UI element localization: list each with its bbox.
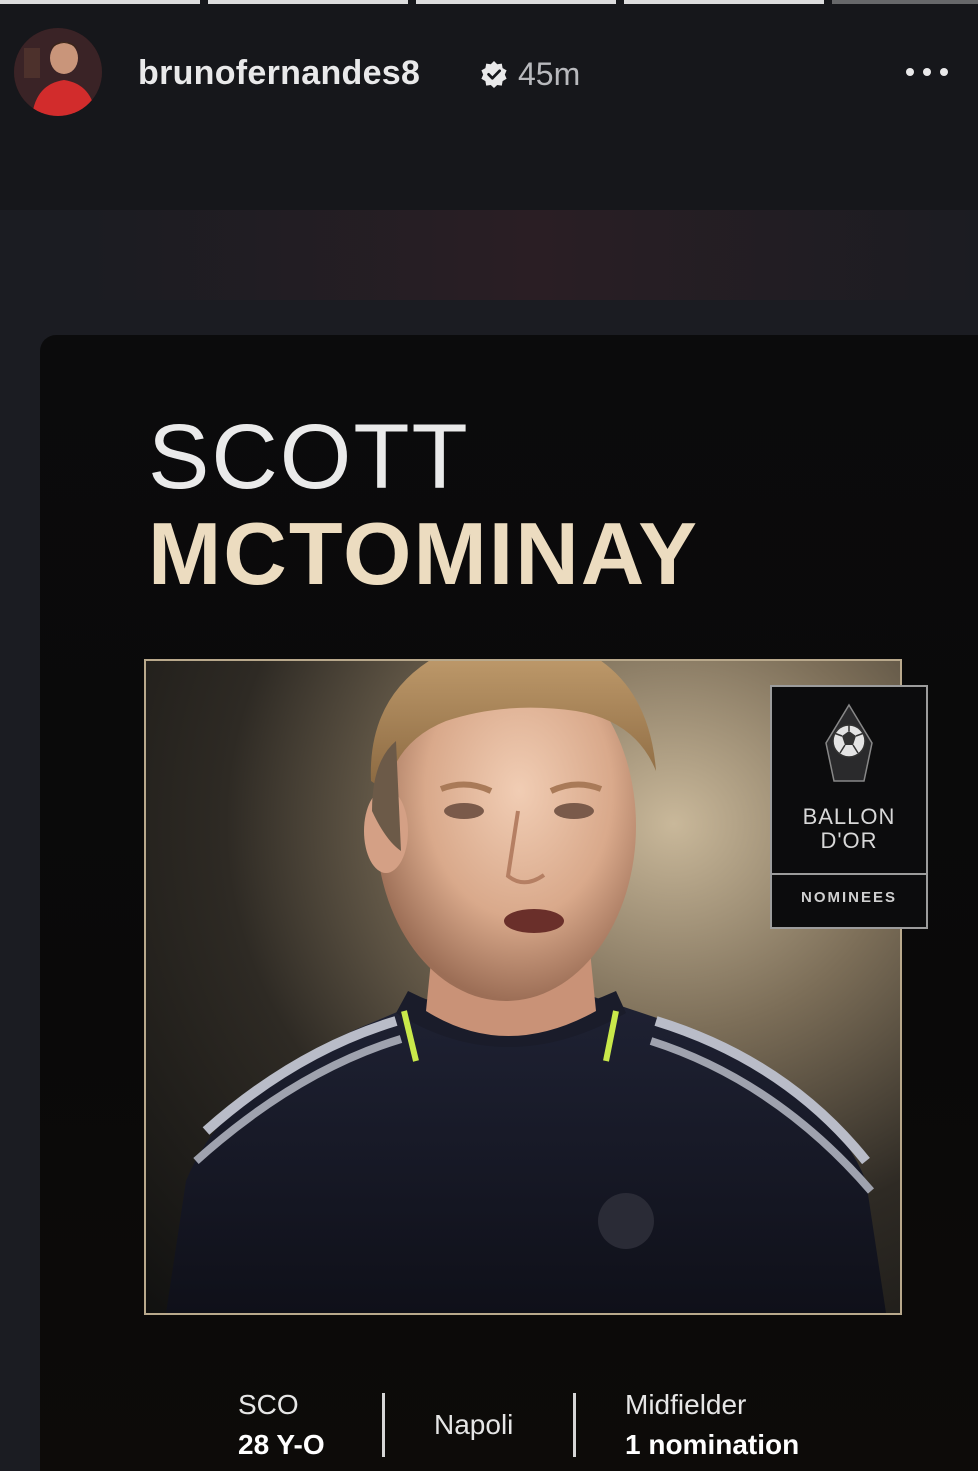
player-first-name: SCOTT	[148, 406, 470, 508]
verified-badge-icon	[481, 61, 507, 88]
username[interactable]: brunofernandes8	[138, 54, 420, 93]
progress-segment	[208, 0, 408, 4]
country-age-column: SCO 28 Y-O	[238, 1389, 325, 1461]
avatar[interactable]	[14, 28, 102, 116]
player-nominations: 1 nomination	[625, 1429, 800, 1460]
player-club: Napoli	[434, 1409, 514, 1440]
ballon-line2: D'OR	[820, 828, 878, 853]
nominees-label: NOMINEES	[800, 889, 897, 906]
player-position: Midfielder	[625, 1389, 747, 1420]
ballon-dor-badge: BALLON D'OR NOMINEES	[770, 685, 928, 929]
story-progress-bar	[0, 0, 978, 4]
badge-logo-area: BALLON D'OR	[772, 687, 926, 875]
progress-segment	[416, 0, 616, 4]
nominee-card[interactable]: SCOTT MCTOMINAY BALLON D'OR NOMINEES SCO…	[40, 335, 978, 1471]
player-info-row: SCO 28 Y-O Napoli Midfielder 1 nominatio…	[40, 1385, 978, 1471]
progress-segment	[832, 0, 978, 4]
instagram-story: brunofernandes8 45m SCOTT MCTOMINAY BALL…	[0, 0, 978, 1471]
player-last-name: MCTOMINAY	[148, 504, 699, 603]
ballon-line1: BALLON	[802, 804, 896, 829]
info-divider	[382, 1393, 385, 1457]
ballon-dor-wordmark: BALLON D'OR	[772, 805, 926, 853]
position-column: Midfielder 1 nomination	[625, 1389, 799, 1461]
post-header-glow	[90, 210, 978, 300]
info-divider	[573, 1393, 576, 1457]
progress-segment	[0, 0, 200, 4]
player-country: SCO	[238, 1389, 299, 1420]
player-age: 28 Y-O	[238, 1429, 325, 1460]
club-column: Napoli	[434, 1409, 513, 1441]
progress-segment	[624, 0, 824, 4]
post-timestamp: 45m	[518, 56, 581, 92]
more-options-icon[interactable]	[906, 66, 948, 78]
story-header: brunofernandes8 45m	[14, 28, 948, 118]
ballon-dor-trophy-icon	[825, 703, 873, 782]
